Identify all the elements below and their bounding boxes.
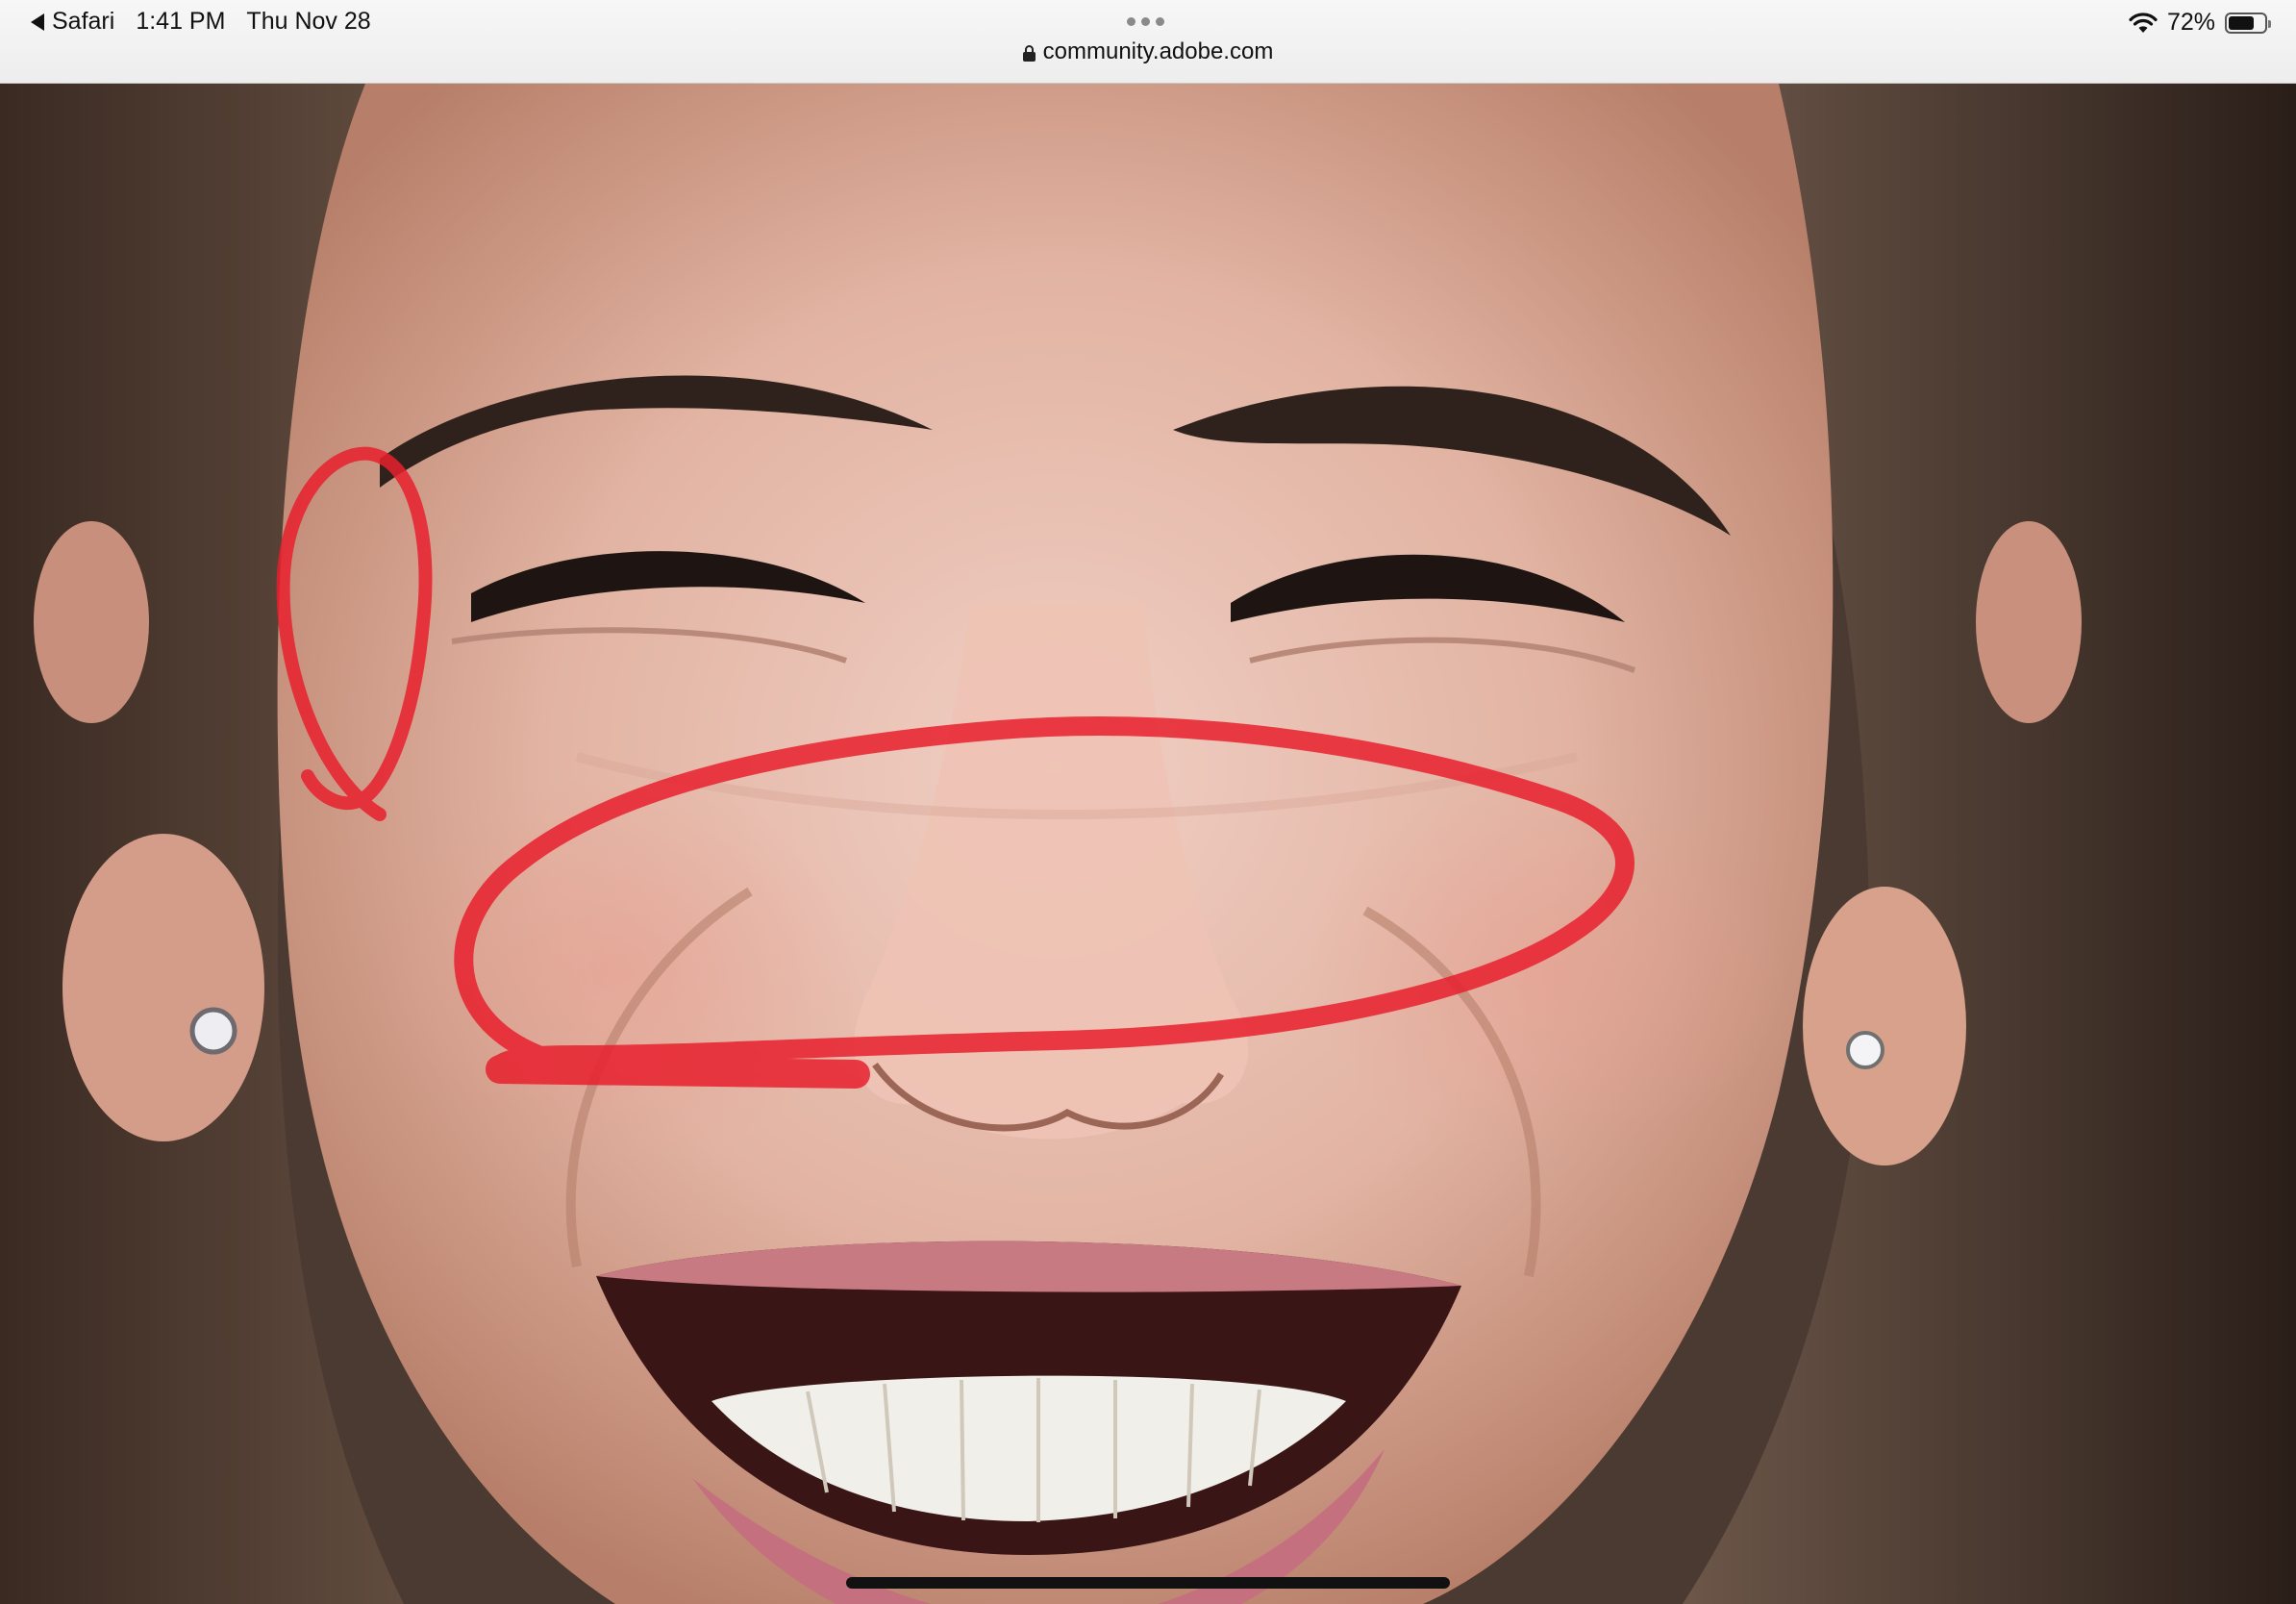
safari-screen: Safari 1:41 PM Thu Nov 28 community.adob…: [0, 0, 2296, 1604]
status-date: Thu Nov 28: [246, 8, 371, 35]
back-to-safari-button[interactable]: Safari: [31, 8, 114, 36]
wifi-icon: [2129, 12, 2158, 33]
battery-icon: [2225, 12, 2271, 34]
back-label: Safari: [52, 8, 115, 35]
battery-percent: 72%: [2166, 9, 2215, 36]
face-photo: [0, 84, 2296, 1604]
multitasking-dots-icon[interactable]: [1127, 17, 1164, 26]
status-left: Safari 1:41 PM Thu Nov 28: [31, 8, 371, 36]
earring-right: [1846, 1031, 1884, 1069]
status-time: 1:41 PM: [136, 8, 226, 35]
battery-level: [2229, 15, 2254, 30]
address-bar[interactable]: community.adobe.com: [0, 38, 2296, 65]
status-bar: Safari 1:41 PM Thu Nov 28 community.adob…: [0, 0, 2296, 84]
lock-icon: [1022, 44, 1036, 62]
url-text: community.adobe.com: [1042, 38, 1274, 64]
status-right: 72%: [2129, 9, 2271, 37]
home-indicator[interactable]: [846, 1577, 1450, 1589]
earring-left: [189, 1007, 237, 1055]
back-arrow-icon: [31, 13, 44, 31]
annotation-underline: [486, 1055, 870, 1089]
